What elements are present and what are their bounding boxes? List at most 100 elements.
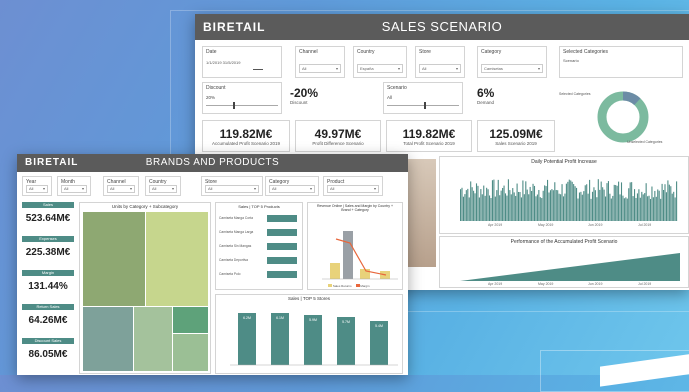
date-range-slider[interactable] <box>253 69 263 70</box>
top5-product-row[interactable]: Camiseta Deportiva <box>219 257 301 265</box>
top5-product-row[interactable]: Camiseta Manga Larga <box>219 229 301 237</box>
kpi-value: 64.26M€ <box>28 315 68 326</box>
daily-bar <box>483 185 485 221</box>
daily-bar <box>533 185 536 221</box>
store-bar[interactable] <box>238 313 256 365</box>
daily-bar <box>648 195 650 221</box>
month-slicer[interactable]: Month All ▾ <box>57 176 91 196</box>
top5-product-row[interactable]: Camiseta Polo <box>219 271 301 279</box>
daily-bar <box>551 189 553 221</box>
top5-product-row[interactable]: Camiseta Sin Mangas <box>219 243 301 251</box>
product-dropdown[interactable]: All ▾ <box>327 185 379 193</box>
discount-slicer[interactable]: Discount 20% <box>202 82 282 114</box>
x-tick-label: Jun 2019 <box>588 223 603 227</box>
daily-bar <box>590 198 592 221</box>
channel-slicer[interactable]: Channel All ▾ <box>295 46 345 78</box>
store-bar[interactable] <box>304 315 322 365</box>
discount-slider-handle[interactable] <box>233 102 235 109</box>
kpi-card-sales-scenario: 125.09M€ Sales Scenario 2019 <box>477 120 555 152</box>
daily-bar <box>597 179 599 221</box>
demand-value: 6% <box>477 86 495 100</box>
category-dropdown[interactable]: All ▾ <box>269 185 315 193</box>
daily-bar <box>494 196 496 221</box>
daily-bar <box>578 192 580 221</box>
category-share-donut: Selected Categories Unselected Categorie… <box>559 82 683 152</box>
daily-bar <box>639 197 641 221</box>
channel-dropdown[interactable]: All ▾ <box>107 185 135 193</box>
daily-bar <box>665 192 667 221</box>
discount-label: Discount <box>206 85 226 91</box>
store-bar-label: 5.7M <box>342 320 350 324</box>
top5-products-title: Sales | TOP 5 Products <box>238 204 280 209</box>
scenario-slider[interactable] <box>387 105 459 106</box>
chevron-down-icon: ▾ <box>81 186 84 191</box>
year-slicer[interactable]: Year All ▾ <box>22 176 52 196</box>
year-dropdown[interactable]: All ▾ <box>26 185 48 193</box>
treemap-tile[interactable] <box>173 334 208 371</box>
product-slicer[interactable]: Product All ▾ <box>323 176 383 196</box>
kpi-card-profit-difference: 49.97M€ Profit Difference Scenario <box>295 120 381 152</box>
store-bar[interactable] <box>271 313 289 365</box>
discount-value: 20% <box>206 95 216 100</box>
daily-bar <box>536 194 538 221</box>
scenario-slider-handle[interactable] <box>424 102 426 109</box>
country-slicer[interactable]: Country All ▾ <box>145 176 181 196</box>
daily-bar <box>545 186 547 221</box>
chevron-down-icon: ▾ <box>537 66 540 71</box>
month-dropdown[interactable]: All ▾ <box>61 185 87 193</box>
category-dropdown[interactable]: Camisetas ▾ <box>481 64 543 73</box>
combo-legend: Sales Returns Margin <box>328 284 370 288</box>
treemap-tile[interactable] <box>146 212 208 306</box>
top5-product-row[interactable]: Camiseta Manga Corta <box>219 215 301 223</box>
daily-bar <box>655 196 657 221</box>
country-dropdown[interactable]: All ▾ <box>149 185 177 193</box>
store-dropdown[interactable]: All ▾ <box>205 185 259 193</box>
store-dropdown[interactable]: All ▾ <box>419 64 461 73</box>
discount-slider[interactable] <box>206 105 278 106</box>
daily-bar <box>555 189 557 221</box>
treemap-tile[interactable] <box>83 307 133 371</box>
date-slicer[interactable]: Date 1/1/2019 31/5/2019 <box>202 46 282 78</box>
store-bar[interactable] <box>337 317 355 365</box>
channel-dropdown[interactable]: All ▾ <box>299 64 341 73</box>
channel-value: All <box>110 186 115 191</box>
chevron-down-icon: ▾ <box>373 186 376 191</box>
daily-bar <box>507 179 509 221</box>
category-slicer[interactable]: Category All ▾ <box>265 176 319 196</box>
store-slicer[interactable]: Store All ▾ <box>415 46 465 78</box>
daily-bar <box>474 193 476 221</box>
kpi-value: 125.09M€ <box>489 127 543 141</box>
daily-bar <box>557 190 559 221</box>
brands-products-dashboard: BIRETAIL BRANDS AND PRODUCTS Year All ▾ M… <box>17 154 408 375</box>
selected-categories-slicer[interactable]: Selected Categories Scenario <box>559 46 683 78</box>
x-tick-label: Apr 2019 <box>488 282 503 286</box>
daily-bar <box>674 197 676 221</box>
donut-label-unselected: Unselected Categories <box>627 140 663 144</box>
category-value: Camisetas <box>484 66 503 71</box>
treemap-tile[interactable] <box>134 307 172 371</box>
product-bar <box>267 215 297 222</box>
daily-bar <box>607 181 609 221</box>
legend-item: Margin <box>360 284 370 288</box>
daily-bar <box>635 197 637 221</box>
product-bar <box>267 243 297 250</box>
legend-swatch-margin <box>355 284 360 287</box>
daily-bar <box>619 194 621 221</box>
store-slicer[interactable]: Store All ▾ <box>201 176 263 196</box>
daily-bar <box>618 181 620 221</box>
country-slicer[interactable]: Country España ▾ <box>353 46 407 78</box>
daily-bar <box>529 186 531 221</box>
daily-bar <box>564 193 566 221</box>
top5-products-chart: Sales | TOP 5 Products Camiseta Manga Co… <box>215 202 303 290</box>
store-value: All <box>422 66 427 71</box>
channel-slicer[interactable]: Channel All ▾ <box>103 176 139 196</box>
kpi-label: Expenses <box>22 236 74 242</box>
category-slicer[interactable]: Category Camisetas ▾ <box>477 46 547 78</box>
country-dropdown[interactable]: España ▾ <box>357 64 403 73</box>
scenario-slicer[interactable]: Scenario All <box>383 82 463 114</box>
daily-bar <box>649 198 652 221</box>
treemap-tile[interactable] <box>173 307 208 333</box>
combo-bar <box>360 269 370 279</box>
treemap-tile[interactable] <box>83 212 145 306</box>
kpi-caption: Sales Scenario 2019 <box>495 141 537 146</box>
